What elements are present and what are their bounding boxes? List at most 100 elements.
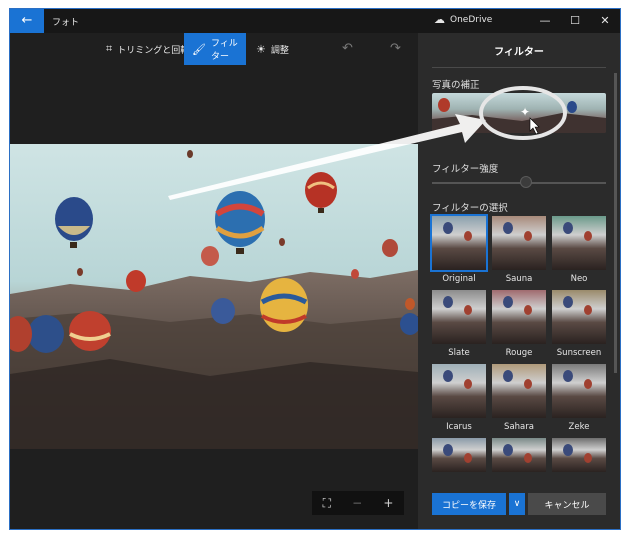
app-title: フォト xyxy=(52,18,80,28)
panel-title: フィルター xyxy=(494,47,544,58)
title-bar: ← フォト ☁ OneDrive — ☐ ✕ xyxy=(10,9,620,33)
balloon-small-2 xyxy=(126,270,146,292)
edit-toolbar: ⌗ トリミングと回転 🖌 フィルター ☀ 調整 ↶ ↷ xyxy=(10,33,418,65)
filter-label: Original xyxy=(442,274,476,284)
strength-slider-track[interactable] xyxy=(432,182,606,184)
thumb-balloon xyxy=(443,296,453,308)
save-options-dropdown[interactable]: ∨ xyxy=(509,493,525,515)
filter-label: Rouge xyxy=(505,348,533,358)
filter-label: Icarus xyxy=(446,422,472,432)
crop-icon: ⌗ xyxy=(106,42,113,55)
thumb-balloon xyxy=(443,444,453,456)
cloud-icon: ☁ xyxy=(434,13,445,26)
filter-thumbnail xyxy=(503,444,532,463)
strength-slider-thumb[interactable] xyxy=(520,176,532,188)
tab-filter[interactable]: 🖌 フィルター xyxy=(184,33,246,65)
balloon-small-1 xyxy=(211,298,235,324)
sun-icon: ☀ xyxy=(256,42,266,56)
tab-adjust[interactable]: ☀ 調整 xyxy=(248,33,297,65)
thumb-balloon xyxy=(503,296,513,308)
save-copy-button[interactable]: コピーを保存 xyxy=(432,493,506,515)
thumb-balloon xyxy=(584,231,592,241)
filter-tile[interactable] xyxy=(492,364,546,418)
filter-tile[interactable] xyxy=(492,290,546,344)
filter-label: Sunscreen xyxy=(556,348,602,358)
photo-preview xyxy=(10,144,418,449)
maximize-button[interactable]: ☐ xyxy=(560,9,590,33)
thumb-balloon xyxy=(563,296,573,308)
chevron-down-icon: ∨ xyxy=(513,499,521,509)
enhance-thumbnail xyxy=(432,98,606,133)
filter-label: Sauna xyxy=(505,274,533,284)
thumb-balloon xyxy=(443,370,453,382)
filter-tile[interactable] xyxy=(430,214,488,272)
balloon-left xyxy=(55,197,93,248)
balloon-tiny-4 xyxy=(77,268,83,276)
balloon-center xyxy=(215,191,265,254)
balloon-tiny-5 xyxy=(405,298,415,310)
filter-label: Slate xyxy=(448,348,470,358)
thumb-balloon xyxy=(503,222,513,234)
divider xyxy=(432,67,606,68)
filter-thumbnail xyxy=(443,444,472,463)
fit-screen-icon[interactable]: ⛶ xyxy=(323,496,331,511)
thumb-balloon xyxy=(563,444,573,456)
filter-thumbnail xyxy=(443,296,472,315)
balloon-small-3 xyxy=(201,246,219,266)
filter-label: Sahara xyxy=(504,422,534,432)
filter-thumbnail xyxy=(503,296,532,315)
filter-tile[interactable] xyxy=(552,364,606,418)
filter-tile[interactable] xyxy=(552,438,606,472)
filter-thumbnail xyxy=(563,296,592,315)
photos-window: ← フォト ☁ OneDrive — ☐ ✕ ⌗ トリミングと回転 🖌 フィルタ… xyxy=(9,8,621,530)
close-button[interactable]: ✕ xyxy=(590,9,620,33)
filter-thumbnail xyxy=(443,222,472,241)
filter-thumbnail xyxy=(563,222,592,241)
balloon-blue-left xyxy=(28,315,64,353)
balloon-red-left xyxy=(69,311,111,351)
enhance-photo-button[interactable] xyxy=(432,93,606,133)
thumb-balloon xyxy=(524,379,532,389)
filter-tab-label: フィルター xyxy=(210,39,238,62)
filter-tile[interactable] xyxy=(432,438,486,472)
undo-icon[interactable]: ↶ xyxy=(342,41,353,56)
filter-tile[interactable] xyxy=(552,290,606,344)
onedrive-button[interactable]: ☁ OneDrive xyxy=(434,14,492,25)
thumb-balloon xyxy=(464,305,472,315)
filter-tile[interactable] xyxy=(492,438,546,472)
zoom-in-button[interactable]: + xyxy=(383,496,393,510)
balloon-small-4 xyxy=(382,239,398,257)
choose-filter-label: フィルターの選択 xyxy=(432,203,508,214)
balloons-image xyxy=(10,150,418,449)
arrow-left-icon: ← xyxy=(21,13,33,28)
filter-tile[interactable] xyxy=(432,290,486,344)
filter-tile[interactable] xyxy=(432,364,486,418)
brush-icon: 🖌 xyxy=(192,42,206,56)
zoom-out-button[interactable]: − xyxy=(352,496,362,510)
crop-rotate-button[interactable]: ⌗ トリミングと回転 xyxy=(98,33,197,65)
thumb-balloon xyxy=(503,444,513,456)
filter-tile[interactable] xyxy=(492,216,546,270)
balloon-tiny-2 xyxy=(187,150,193,158)
filter-panel: フィルター 写真の補正 ✦ フィルター強度 フィルターの選択 Original S… xyxy=(418,33,620,529)
balloon-yellow xyxy=(260,278,308,332)
onedrive-label: OneDrive xyxy=(450,14,493,25)
back-button[interactable]: ← xyxy=(10,9,44,33)
filter-thumbnail xyxy=(503,222,532,241)
panel-scrollbar[interactable] xyxy=(614,73,617,373)
cancel-button[interactable]: キャンセル xyxy=(528,493,606,515)
thumb-balloon xyxy=(584,305,592,315)
enhance-label: 写真の補正 xyxy=(432,80,480,91)
adjust-label: 調整 xyxy=(270,45,289,56)
balloon-red-right xyxy=(305,172,337,213)
redo-icon[interactable]: ↷ xyxy=(390,41,401,56)
minimize-button[interactable]: — xyxy=(530,9,560,33)
thumb-balloon xyxy=(464,453,472,463)
filter-label: Neo xyxy=(570,274,588,284)
thumb-balloon xyxy=(464,379,472,389)
thumb-balloon xyxy=(524,453,532,463)
filter-tile[interactable] xyxy=(552,216,606,270)
filter-thumbnail xyxy=(563,444,592,463)
strength-label: フィルター強度 xyxy=(432,164,499,175)
crop-label: トリミングと回転 xyxy=(117,45,190,56)
